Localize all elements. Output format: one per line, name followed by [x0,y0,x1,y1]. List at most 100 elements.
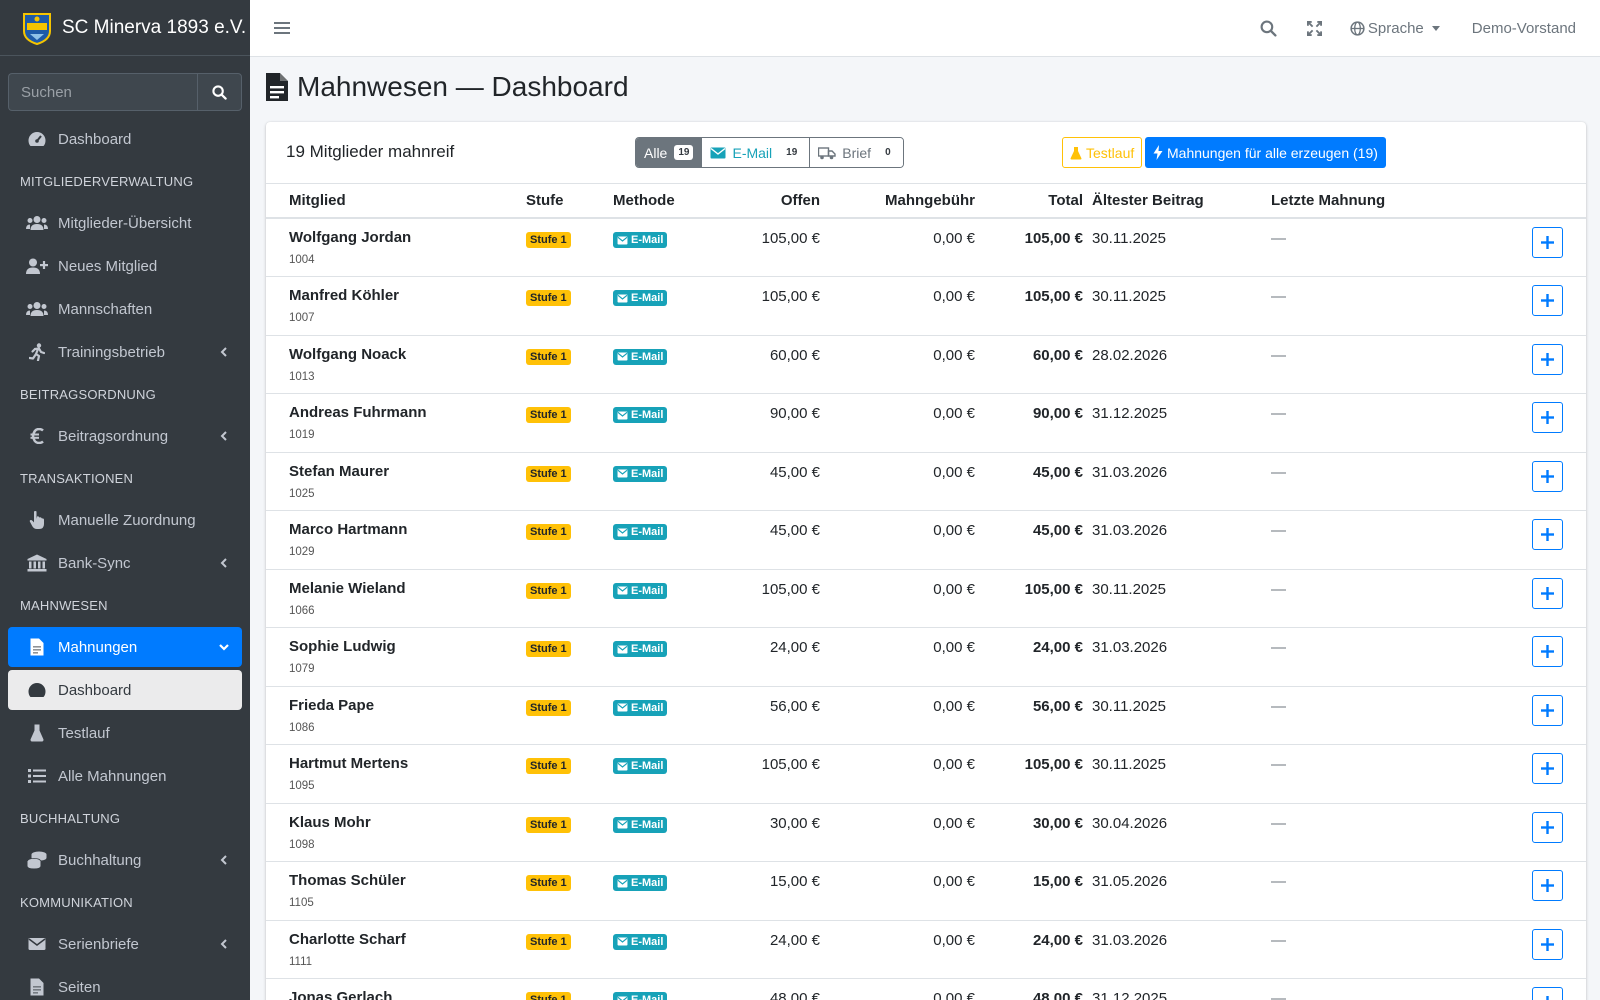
sidebar-item-neues-mitglied[interactable]: Neues Mitglied [8,246,242,286]
brand-link[interactable]: SC Minerva 1893 e.V. [0,0,250,56]
brand-name: SC Minerva 1893 e.V. [62,16,247,38]
add-mahnung-button[interactable] [1532,343,1563,375]
cell-total: 56,00 € [975,686,1083,745]
cell-mitglied: Stefan Maurer 1025 [266,452,526,511]
member-number: 1025 [289,487,315,500]
nav-header: MITGLIEDERVERWALTUNG [20,173,194,189]
stufe-badge: Stufe 1 [526,641,571,657]
language-dropdown[interactable]: Sprache [1338,20,1456,37]
cell-aeltester-beitrag: 31.03.2026 [1083,627,1271,687]
sidebar-search-button[interactable] [197,73,242,111]
envelope-icon [617,878,628,888]
cell-total: 105,00 € [975,569,1083,628]
th-total: Total [975,184,1083,219]
member-name[interactable]: Manfred Köhler [289,287,526,304]
member-name[interactable]: Marco Hartmann [289,521,526,538]
nav-item-label: Dashboard [58,130,132,148]
member-name[interactable]: Frieda Pape [289,697,526,714]
sidebar-item-buchhaltung[interactable]: Buchhaltung [8,840,242,880]
testlauf-button[interactable]: Testlauf [1062,137,1143,168]
sidebar-item-dashboard[interactable]: Dashboard [8,119,242,159]
tachometer-icon [26,680,48,700]
sidebar-item-beitragsordnung[interactable]: Beitragsordnung [8,416,242,456]
stufe-badge: Stufe 1 [526,290,571,306]
cell-aeltester-beitrag: 31.12.2025 [1083,393,1271,453]
envelope-icon [617,995,628,1000]
member-number: 1098 [289,838,315,851]
sidebar-item-mitglieder-uebersicht[interactable]: Mitglieder-Übersicht [8,203,242,243]
cell-offen: 24,00 € [713,627,820,687]
add-mahnung-button[interactable] [1532,636,1563,667]
cell-letzte-mahnung: — [1271,218,1441,277]
filter-email-button[interactable]: E-Mail 19 [702,138,811,167]
sidebar-item-mahnwesen-dashboard[interactable]: Dashboard [8,670,242,710]
sidebar-item-serienbriefe[interactable]: Serienbriefe [8,924,242,964]
add-mahnung-button[interactable] [1532,811,1563,843]
cell-mitglied: Charlotte Scharf 1111 [266,920,526,979]
add-mahnung-button[interactable] [1532,285,1563,316]
sidebar-item-testlauf[interactable]: Testlauf [8,713,242,753]
add-mahnung-button[interactable] [1532,870,1563,901]
methode-badge: E-Mail [613,758,668,774]
filter-brief-label: Brief [842,144,872,161]
stufe-badge: Stufe 1 [526,699,571,716]
sidebar-item-mannschaften[interactable]: Mannschaften [8,289,242,329]
add-mahnung-button[interactable] [1532,519,1563,550]
member-number: 1086 [289,721,315,734]
add-mahnung-button[interactable] [1532,928,1563,960]
member-name[interactable]: Andreas Fuhrmann [289,404,526,421]
sidebar-search-input[interactable] [8,73,197,111]
plus-icon [1541,294,1554,307]
th-actions [1441,184,1586,219]
navbar-search-icon[interactable] [1246,0,1292,56]
chevron-left-icon [220,939,227,949]
member-name[interactable]: Charlotte Scharf [289,931,526,948]
caret-down-icon [1431,25,1440,31]
filter-brief-button[interactable]: Brief 0 [810,138,903,167]
member-name[interactable]: Jonas Gerlach [289,989,526,1000]
add-mahnung-button[interactable] [1532,577,1563,609]
member-name[interactable]: Thomas Schüler [289,872,526,889]
methode-label: E-Mail [631,350,664,363]
add-mahnung-button[interactable] [1532,987,1563,1000]
nav-header: KOMMUNIKATION [20,894,133,910]
member-number: 1079 [289,663,315,675]
sidebar-item-seiten[interactable]: Seiten [8,967,242,1000]
sidebar-nav: Dashboard MITGLIEDERVERWALTUNG Mitglieder-… [0,119,250,1000]
cell-aeltester-beitrag: 30.11.2025 [1083,744,1271,804]
sidebar-item-trainingsbetrieb[interactable]: Trainingsbetrieb [8,332,242,372]
member-name[interactable]: Hartmut Mertens [289,755,526,772]
add-mahnung-button[interactable] [1532,460,1563,492]
sidebar-item-alle-mahnungen[interactable]: Alle Mahnungen [8,756,242,796]
stufe-badge: Stufe 1 [526,465,571,482]
envelope-icon [617,410,628,420]
member-name[interactable]: Melanie Wieland [289,580,526,597]
methode-badge: E-Mail [613,290,668,306]
member-name[interactable]: Wolfgang Noack [289,346,526,363]
th-mahngebuehr: Mahngebühr [820,184,975,219]
add-mahnung-button[interactable] [1532,753,1563,784]
methode-label: E-Mail [631,994,664,1000]
add-mahnung-button[interactable] [1532,402,1563,433]
sidebar-item-manuelle-zuordnung[interactable]: Manuelle Zuordnung [8,500,242,540]
sidebar-item-bank-sync[interactable]: Bank-Sync [8,543,242,583]
generate-all-button[interactable]: Mahnungen für alle erzeugen (19) [1145,137,1386,168]
fullscreen-icon[interactable] [1292,0,1338,56]
add-mahnung-button[interactable] [1532,227,1563,258]
methode-label: E-Mail [631,526,664,538]
member-name[interactable]: Stefan Maurer [289,463,526,480]
sidebar-item-mahnungen[interactable]: Mahnungen [8,627,242,667]
cell-aeltester-beitrag: 31.05.2026 [1083,861,1271,921]
filter-alle-button[interactable]: Alle 19 [636,138,703,167]
member-name[interactable]: Klaus Mohr [289,814,526,831]
cell-mahngebuehr: 0,00 € [820,569,975,628]
stufe-badge: Stufe 1 [526,232,571,248]
user-menu[interactable]: Demo-Vorstand [1456,20,1600,37]
member-name[interactable]: Sophie Ludwig [289,638,526,655]
club-logo-icon [22,11,52,45]
cell-mitglied: Melanie Wieland 1066 [266,569,526,628]
member-name[interactable]: Wolfgang Jordan [289,229,526,246]
cell-mitglied: Klaus Mohr 1098 [266,803,526,862]
add-mahnung-button[interactable] [1532,694,1563,726]
menu-toggle-icon[interactable] [274,21,290,35]
